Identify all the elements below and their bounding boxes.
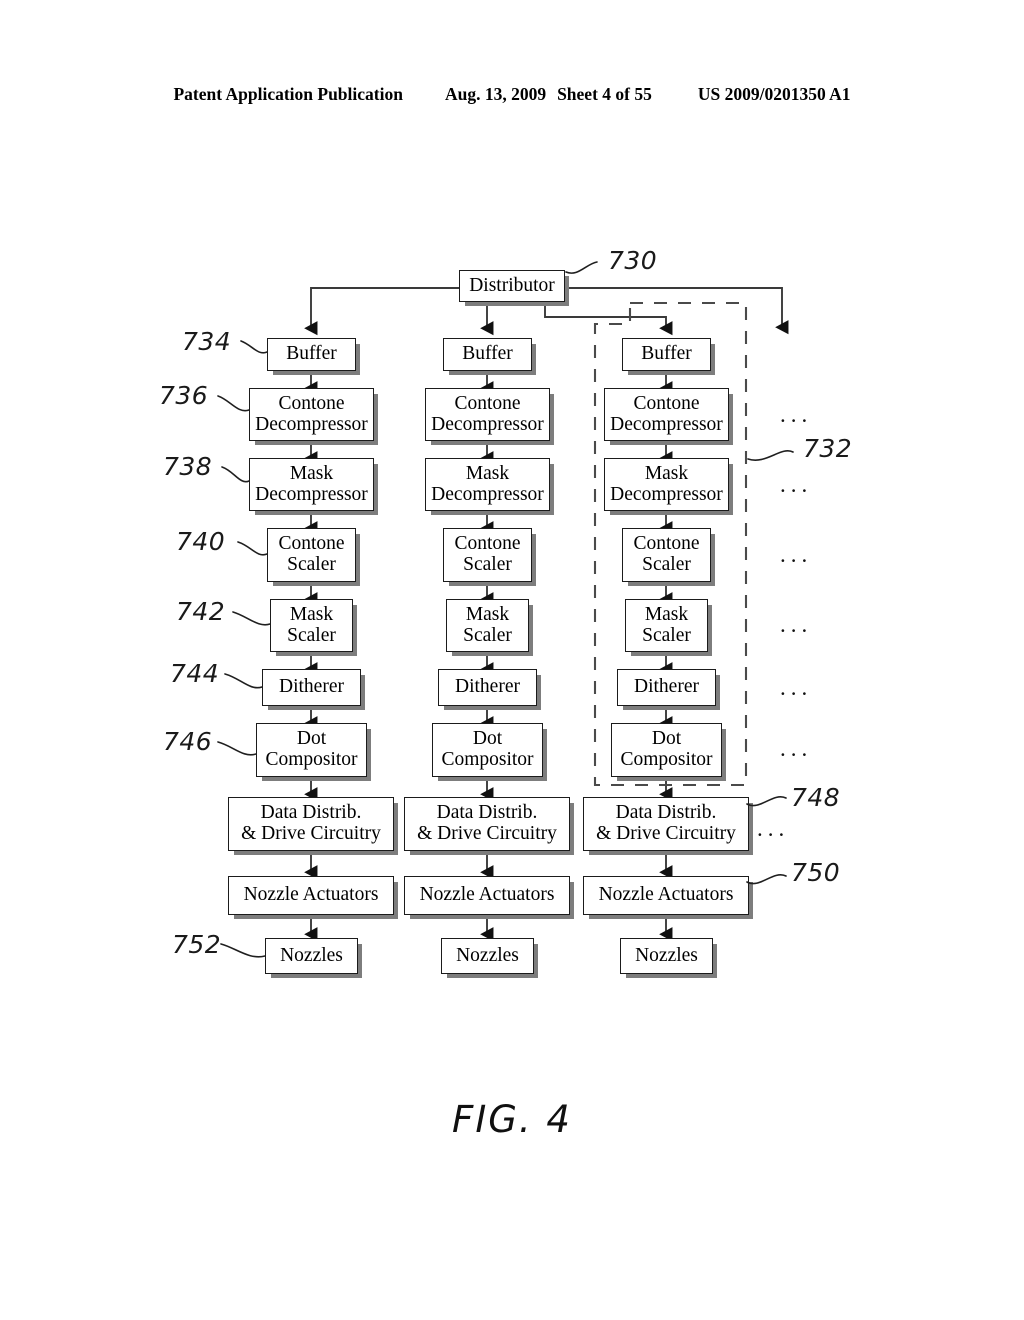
reference-numeral-748: 748 [791,783,841,812]
column-1-nozzle-actuators-label: Nozzle Actuators [243,884,379,906]
column-1-nozzles-box[interactable]: Nozzles [265,938,358,974]
reference-numeral-744: 744 [170,659,220,688]
column-2-mask-decompressor-label: Mask Decompressor [431,462,544,505]
column-3-mask-decompressor-label: Mask Decompressor [610,462,723,505]
distributor-box[interactable]: Distributor [459,270,565,302]
column-1-mask-scaler-label: Mask Scaler [287,603,336,646]
column-1-nozzle-actuators-box[interactable]: Nozzle Actuators [228,876,394,915]
column-1-buffer-box[interactable]: Buffer [267,338,356,371]
column-1-contone-decompressor-box[interactable]: Contone Decompressor [249,388,374,441]
reference-numeral-732: 732 [803,434,853,463]
ellipsis-data-distrib-row: ... [757,816,790,841]
column-1-ditherer-box[interactable]: Ditherer [262,669,361,706]
column-3-nozzles-label: Nozzles [635,944,698,966]
column-1-dot-compositor-label: Dot Compositor [265,728,358,770]
column-2-nozzles-box[interactable]: Nozzles [441,938,534,974]
column-1-mask-decompressor-label: Mask Decompressor [255,462,368,505]
column-1-data-distrib-drive-circuitry-label: Data Distrib. & Drive Circuitry [241,802,381,844]
reference-numeral-734: 734 [182,327,232,356]
column-3-nozzle-actuators-label: Nozzle Actuators [598,884,734,906]
column-2-mask-scaler-box[interactable]: Mask Scaler [446,599,529,652]
column-3-buffer-box[interactable]: Buffer [622,338,711,371]
column-3-nozzles-box[interactable]: Nozzles [620,938,713,974]
column-3-contone-decompressor-box[interactable]: Contone Decompressor [604,388,729,441]
column-3-data-distrib-drive-circuitry-box[interactable]: Data Distrib. & Drive Circuitry [583,797,749,851]
column-3-data-distrib-drive-circuitry-label: Data Distrib. & Drive Circuitry [596,802,736,844]
ellipsis-dot-compositor-row: ... [780,736,813,761]
distributor-label: Distributor [469,274,555,296]
column-2-ditherer-label: Ditherer [455,676,520,698]
column-2-mask-scaler-label: Mask Scaler [463,603,512,646]
column-3-nozzle-actuators-box[interactable]: Nozzle Actuators [583,876,749,915]
column-1-nozzles-label: Nozzles [280,944,343,966]
column-2-contone-scaler-box[interactable]: Contone Scaler [443,528,532,582]
reference-numeral-752: 752 [172,930,222,959]
column-3-contone-scaler-box[interactable]: Contone Scaler [622,528,711,582]
column-2-dot-compositor-box[interactable]: Dot Compositor [432,723,543,777]
ellipsis-ditherer-row: ... [780,675,813,700]
column-2-dot-compositor-label: Dot Compositor [441,728,534,770]
column-1-contone-scaler-box[interactable]: Contone Scaler [267,528,356,582]
column-1-contone-decompressor-label: Contone Decompressor [255,392,368,435]
column-3-dot-compositor-box[interactable]: Dot Compositor [611,723,722,777]
column-2-mask-decompressor-box[interactable]: Mask Decompressor [425,458,550,511]
column-2-buffer-label: Buffer [462,343,513,365]
column-3-buffer-label: Buffer [641,343,692,365]
column-2-contone-decompressor-label: Contone Decompressor [431,392,544,435]
column-3-contone-decompressor-label: Contone Decompressor [610,392,723,435]
column-2-data-distrib-drive-circuitry-box[interactable]: Data Distrib. & Drive Circuitry [404,797,570,851]
reference-numeral-746: 746 [163,727,213,756]
reference-numeral-730: 730 [608,246,658,275]
figure-caption: FIG. 4 [452,1098,572,1141]
column-1-buffer-label: Buffer [286,343,337,365]
column-3-mask-scaler-label: Mask Scaler [642,603,691,646]
column-1-ditherer-label: Ditherer [279,676,344,698]
column-2-nozzle-actuators-box[interactable]: Nozzle Actuators [404,876,570,915]
reference-numeral-750: 750 [791,858,841,887]
column-2-nozzle-actuators-label: Nozzle Actuators [419,884,555,906]
ellipsis-mask-scaler-row: ... [780,612,813,637]
column-3-mask-decompressor-box[interactable]: Mask Decompressor [604,458,729,511]
column-2-contone-scaler-label: Contone Scaler [454,533,521,575]
reference-numeral-738: 738 [163,452,213,481]
column-1-mask-scaler-box[interactable]: Mask Scaler [270,599,353,652]
reference-numeral-736: 736 [159,381,209,410]
column-2-data-distrib-drive-circuitry-label: Data Distrib. & Drive Circuitry [417,802,557,844]
column-1-dot-compositor-box[interactable]: Dot Compositor [256,723,367,777]
ellipsis-mask-decompressor-row: ... [780,472,813,497]
ellipsis-contone-scaler-row: ... [780,542,813,567]
column-3-dot-compositor-label: Dot Compositor [620,728,713,770]
column-2-ditherer-box[interactable]: Ditherer [438,669,537,706]
column-3-contone-scaler-label: Contone Scaler [633,533,700,575]
column-2-buffer-box[interactable]: Buffer [443,338,532,371]
column-3-ditherer-box[interactable]: Ditherer [617,669,716,706]
reference-numeral-740: 740 [176,527,226,556]
reference-numeral-742: 742 [176,597,226,626]
column-1-data-distrib-drive-circuitry-box[interactable]: Data Distrib. & Drive Circuitry [228,797,394,851]
ellipsis-contone-decompressor-row: ... [780,402,813,427]
column-1-contone-scaler-label: Contone Scaler [278,533,345,575]
column-3-mask-scaler-box[interactable]: Mask Scaler [625,599,708,652]
column-2-contone-decompressor-box[interactable]: Contone Decompressor [425,388,550,441]
column-2-nozzles-label: Nozzles [456,944,519,966]
column-3-ditherer-label: Ditherer [634,676,699,698]
column-1-mask-decompressor-box[interactable]: Mask Decompressor [249,458,374,511]
